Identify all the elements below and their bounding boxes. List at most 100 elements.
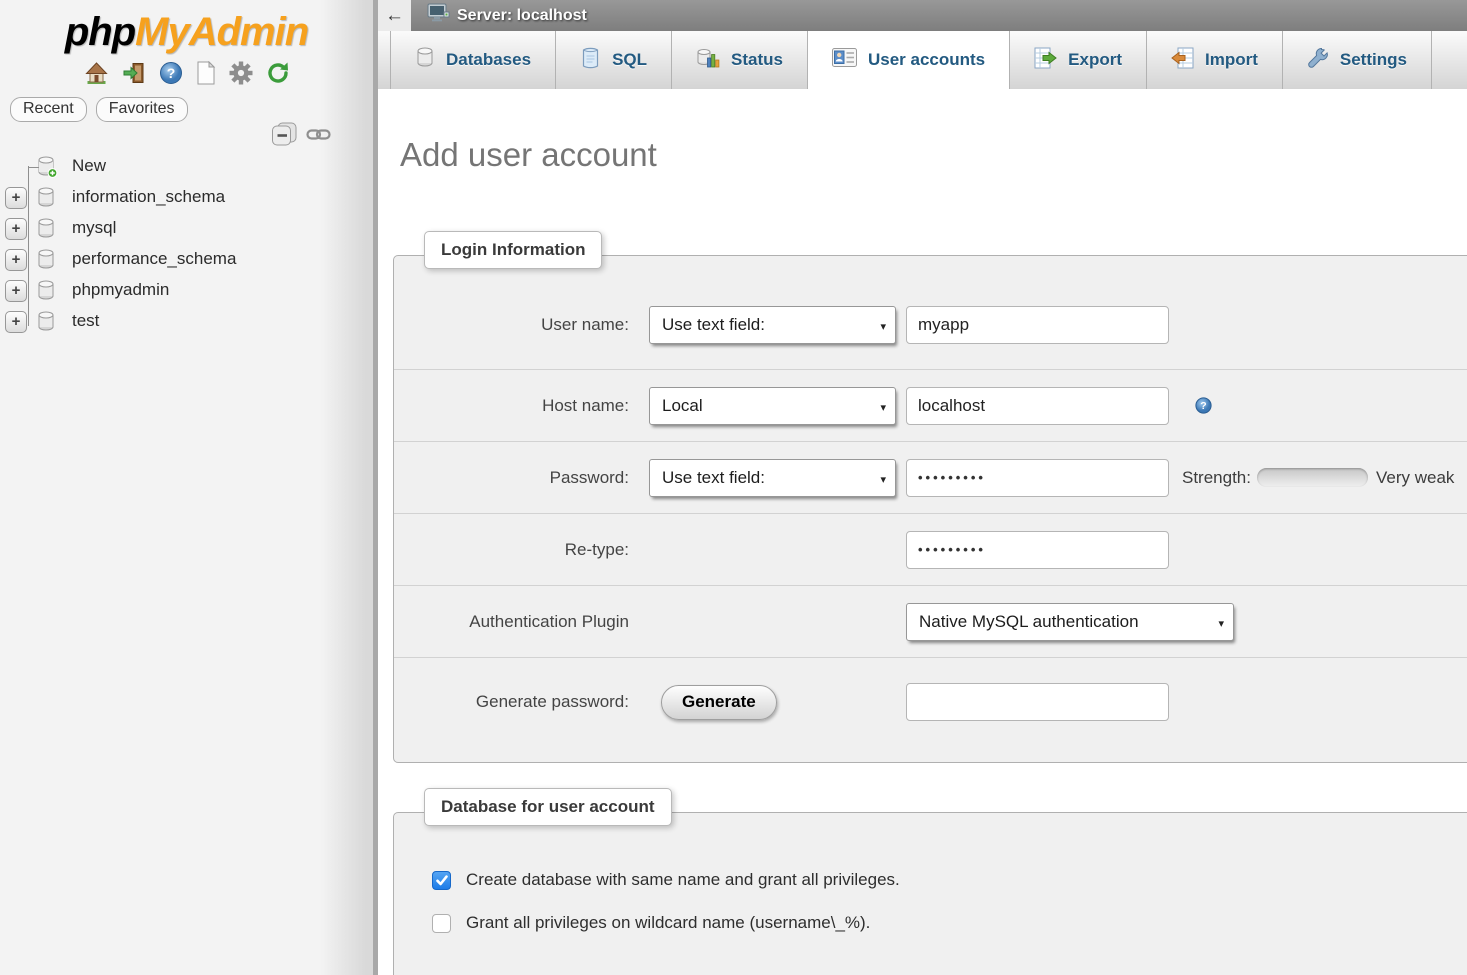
logout-icon[interactable] [122, 61, 146, 85]
login-information-fieldset: Login Information User name: Use text fi… [393, 255, 1467, 763]
status-icon [696, 47, 720, 74]
phpmyadmin-app: phpMyAdmin ? Recent Favorites [0, 0, 1467, 975]
refresh-icon[interactable] [266, 61, 290, 85]
expand-icon[interactable]: + [5, 218, 27, 240]
strength-text: Very weak [1376, 468, 1454, 488]
login-information-legend: Login Information [424, 231, 602, 269]
generate-password-label: Generate password: [394, 692, 629, 712]
svg-text:?: ? [1200, 400, 1206, 412]
strength-label: Strength: [1182, 468, 1251, 488]
expand-icon[interactable]: + [5, 280, 27, 302]
expand-icon[interactable]: + [5, 249, 27, 271]
tab-user-accounts[interactable]: User accounts [808, 31, 1010, 89]
tree-item-label: performance_schema [72, 249, 236, 269]
expand-icon[interactable]: + [5, 187, 27, 209]
tab-export[interactable]: Export [1010, 31, 1147, 89]
generated-password-input[interactable] [906, 683, 1169, 721]
db-option-label[interactable]: Grant all privileges on wildcard name (u… [466, 913, 870, 933]
logo-php: php [65, 10, 135, 54]
documentation-icon[interactable] [196, 61, 216, 85]
settings-gear-icon[interactable] [229, 61, 253, 85]
db-option-checkbox[interactable] [432, 871, 451, 890]
tab-status[interactable]: Status [672, 31, 808, 89]
server-bar: ← Server: localhost [378, 0, 1467, 31]
database-for-user-legend: Database for user account [424, 788, 672, 826]
retype-password-input[interactable] [906, 531, 1169, 569]
tree-item-label: test [72, 311, 99, 331]
tree-item-performance-schema[interactable]: + performance_schema [0, 245, 370, 276]
chevron-down-icon: ▾ [880, 320, 886, 333]
database-icon [36, 280, 56, 306]
tree-item-label: phpmyadmin [72, 280, 169, 300]
tree-item-information-schema[interactable]: + information_schema [0, 183, 370, 214]
server-title-text: Server: localhost [457, 7, 587, 25]
chevron-down-icon: ▾ [880, 401, 886, 414]
new-database-icon [36, 156, 58, 184]
recent-button[interactable]: Recent [10, 97, 87, 122]
db-option-checkbox[interactable] [432, 914, 451, 933]
db-option-label[interactable]: Create database with same name and grant… [466, 870, 900, 890]
hostname-help-icon[interactable]: ? [1195, 397, 1212, 414]
tree-item-mysql[interactable]: + mysql [0, 214, 370, 245]
user-accounts-icon [832, 48, 857, 72]
navigation-sidebar: phpMyAdmin ? Recent Favorites [0, 0, 378, 975]
home-icon[interactable] [84, 61, 109, 85]
back-button[interactable]: ← [378, 0, 411, 31]
tree-item-label: information_schema [72, 187, 225, 207]
username-input[interactable] [906, 306, 1169, 344]
auth-plugin-row: Authentication Plugin Native MySQL authe… [394, 586, 1467, 658]
sidebar-quick-buttons: Recent Favorites [10, 97, 373, 122]
username-label: User name: [394, 315, 629, 335]
collapse-all-icon[interactable] [271, 122, 298, 147]
database-tree: New + information_schema + mysql + [0, 152, 370, 338]
tree-item-test[interactable]: + test [0, 307, 370, 338]
sql-icon [580, 47, 601, 74]
wrench-icon [1307, 47, 1329, 74]
hostname-type-select[interactable]: Local ▾ [649, 387, 896, 425]
password-type-select[interactable]: Use text field: ▾ [649, 459, 896, 497]
retype-label: Re-type: [394, 540, 629, 560]
grant-wildcard-option: Grant all privileges on wildcard name (u… [432, 910, 1467, 936]
password-label: Password: [394, 468, 629, 488]
tab-databases[interactable]: Databases [390, 31, 556, 89]
hostname-input[interactable] [906, 387, 1169, 425]
link-databases-icon[interactable] [306, 127, 331, 142]
page-content: Add user account Login Information User … [378, 135, 1467, 975]
sidebar-toolbar: ? [0, 59, 373, 87]
server-breadcrumb[interactable]: Server: localhost [411, 0, 1467, 31]
create-database-option: Create database with same name and grant… [432, 867, 1467, 893]
back-arrow-icon: ← [385, 5, 404, 27]
tab-settings[interactable]: Settings [1283, 31, 1432, 89]
database-icon [36, 218, 56, 244]
chevron-down-icon: ▾ [880, 473, 886, 486]
tab-import[interactable]: Import [1147, 31, 1283, 89]
tree-item-label: mysql [72, 218, 116, 238]
auth-plugin-select[interactable]: Native MySQL authentication ▾ [906, 603, 1234, 641]
password-input[interactable] [906, 459, 1169, 497]
help-icon[interactable]: ? [159, 61, 183, 85]
username-type-select[interactable]: Use text field: ▾ [649, 306, 896, 344]
database-icon [36, 311, 56, 337]
generate-button[interactable]: Generate [661, 685, 777, 720]
tab-sql[interactable]: SQL [556, 31, 672, 89]
hostname-label: Host name: [394, 396, 629, 416]
password-strength: Strength: Very weak [1182, 468, 1454, 488]
strength-meter [1257, 468, 1368, 487]
tab-bar: Databases SQL Status User accounts [378, 31, 1467, 89]
auth-plugin-label: Authentication Plugin [394, 612, 629, 632]
database-icon [36, 249, 56, 275]
database-icon [36, 187, 56, 213]
tree-item-new[interactable]: New [0, 152, 370, 183]
phpmyadmin-logo[interactable]: phpMyAdmin [0, 10, 373, 55]
chevron-down-icon: ▾ [1218, 617, 1224, 630]
favorites-button[interactable]: Favorites [96, 97, 188, 122]
hostname-row: Host name: Local ▾ ? [394, 370, 1467, 442]
main-panel: ← Server: localhost Databases SQL [378, 0, 1467, 975]
server-icon [427, 3, 450, 28]
logo-myadmin: MyAdmin [135, 10, 308, 54]
import-icon [1171, 47, 1194, 74]
svg-text:?: ? [166, 65, 175, 81]
database-for-user-fieldset: Database for user account Create databas… [393, 812, 1467, 975]
expand-icon[interactable]: + [5, 311, 27, 333]
tree-item-phpmyadmin[interactable]: + phpmyadmin [0, 276, 370, 307]
